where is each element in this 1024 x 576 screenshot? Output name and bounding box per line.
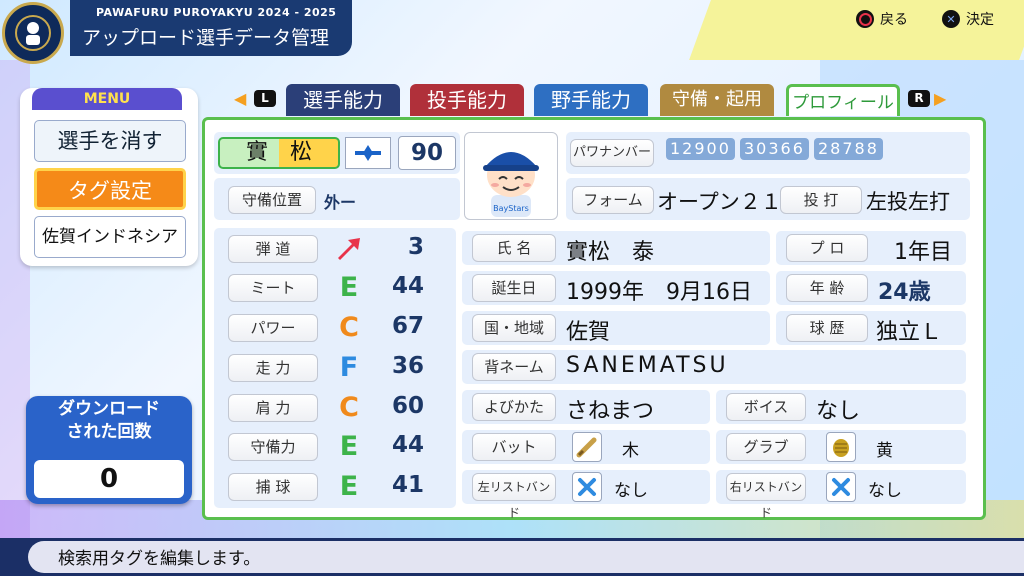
- ability-rank-catching: E: [339, 471, 359, 502]
- birthday-value: 1999年 9月16日: [566, 280, 752, 305]
- region-value: 佐賀: [566, 320, 611, 345]
- career-label: 球 歴: [786, 314, 868, 342]
- screen-title: アップロード選手データ管理: [82, 27, 330, 49]
- confirm-hint[interactable]: ✕ 決定: [942, 9, 994, 29]
- region-label: 国・地域: [472, 314, 556, 342]
- name-label: 氏 名: [472, 234, 556, 262]
- form-value: オープン２１: [657, 190, 782, 214]
- download-count-value: 0: [34, 460, 184, 498]
- back-label: 戻る: [880, 12, 908, 28]
- throw-bat-label: 投 打: [780, 186, 862, 214]
- pawa-number-2: 30366: [740, 138, 809, 160]
- birthday-label: 誕生日: [472, 274, 556, 302]
- ability-value-speed: 36: [391, 353, 424, 379]
- age-label: 年 齢: [786, 274, 868, 302]
- status-message: 検索用タグを編集します。: [58, 549, 261, 569]
- team-emblem-icon: [345, 137, 391, 169]
- pawa-number-label: パワナンバー: [570, 139, 654, 167]
- tab-left-arrow-icon: ◀: [234, 89, 247, 108]
- bat-label: バット: [472, 433, 556, 461]
- right-wristband-value: なし: [868, 481, 902, 501]
- voice-label: ボイス: [726, 393, 806, 421]
- position-label: 守備位置: [228, 186, 316, 214]
- confirm-label: 決定: [966, 12, 994, 28]
- glove-icon: [826, 432, 856, 462]
- svg-text:BayStars: BayStars: [493, 204, 529, 213]
- ability-value-arm: 60: [391, 393, 424, 419]
- ability-label-catching: 捕 球: [228, 473, 318, 501]
- x-mark-icon: [572, 472, 602, 502]
- ability-label-contact: ミート: [228, 274, 318, 302]
- back-hint[interactable]: 戻る: [856, 9, 908, 29]
- cross-button-icon: ✕: [942, 10, 960, 28]
- x-mark-icon: [826, 472, 856, 502]
- tab-defense-usage[interactable]: 守備・起用: [660, 84, 774, 116]
- trajectory-arrow-icon: [334, 234, 364, 264]
- name-value: 實松 泰: [566, 240, 655, 265]
- player-face-avatar: BayStars: [464, 132, 558, 220]
- position-value: 外ー: [324, 193, 357, 212]
- tag-value-field[interactable]: 佐賀インドネシア: [34, 216, 186, 258]
- ability-label-trajectory: 弾 道: [228, 235, 318, 263]
- tag-settings-button[interactable]: タグ設定: [34, 168, 186, 210]
- ability-label-fielding: 守備力: [228, 433, 318, 461]
- ability-value-contact: 44: [391, 273, 424, 299]
- ability-rank-fielding: E: [339, 431, 359, 462]
- delete-player-button[interactable]: 選手を消す: [34, 120, 186, 162]
- ability-rank-contact: E: [339, 272, 359, 303]
- game-title: PAWAFURU PUROYAKYU 2024 - 2025: [96, 6, 337, 19]
- tab-fielder-ability[interactable]: 野手能力: [534, 84, 648, 116]
- pawa-number-3: 28788: [814, 138, 883, 160]
- ability-rank-power: C: [339, 312, 359, 343]
- pro-value: 1年目: [894, 240, 952, 265]
- team-logo-icon: [2, 2, 64, 64]
- right-wristband-label: 右リストバンド: [726, 473, 806, 520]
- ability-rank-speed: F: [339, 352, 359, 383]
- throw-bat-value: 左投左打: [866, 190, 950, 214]
- player-name-badge: 實 松: [218, 137, 340, 169]
- career-value: 独立Ｌ: [876, 320, 943, 345]
- form-label: フォーム: [572, 186, 654, 214]
- tab-pitcher-ability[interactable]: 投手能力: [410, 84, 524, 116]
- bat-value: 木: [622, 441, 639, 461]
- tab-right-arrow-icon: ▶: [934, 89, 947, 108]
- ability-value-catching: 41: [391, 472, 424, 498]
- glove-value: 黄: [876, 441, 893, 461]
- glove-label: グラブ: [726, 433, 806, 461]
- menu-title: MENU: [32, 88, 182, 110]
- reading-value: さねまつ: [566, 399, 655, 424]
- ability-value-trajectory: 3: [407, 234, 424, 260]
- tab-profile[interactable]: プロフィール: [786, 84, 900, 116]
- download-count-label: ダウンロード された回数: [58, 399, 160, 442]
- left-wristband-label: 左リストバンド: [472, 473, 556, 520]
- back-name-label: 背ネーム: [472, 353, 556, 381]
- ability-label-speed: 走 力: [228, 354, 318, 382]
- ability-rank-arm: C: [339, 392, 359, 423]
- age-value: 24歳: [878, 280, 931, 305]
- ability-value-power: 67: [391, 313, 424, 339]
- pro-label: プ ロ: [786, 234, 868, 262]
- uniform-number: 90: [398, 136, 456, 170]
- left-wristband-value: なし: [614, 481, 648, 501]
- reading-label: よびかた: [472, 393, 556, 421]
- tab-player-ability[interactable]: 選手能力: [286, 84, 400, 116]
- back-name-value: SANEMATSU: [566, 353, 729, 378]
- ability-label-arm: 肩 力: [228, 394, 318, 422]
- voice-value: なし: [816, 399, 861, 424]
- pawa-number-1: 12900: [666, 138, 735, 160]
- ability-label-power: パワー: [228, 314, 318, 342]
- r-button-icon[interactable]: R: [908, 90, 930, 107]
- l-button-icon[interactable]: L: [254, 90, 276, 107]
- circle-button-icon: [856, 10, 874, 28]
- ability-value-fielding: 44: [391, 432, 424, 458]
- bat-icon: [572, 432, 602, 462]
